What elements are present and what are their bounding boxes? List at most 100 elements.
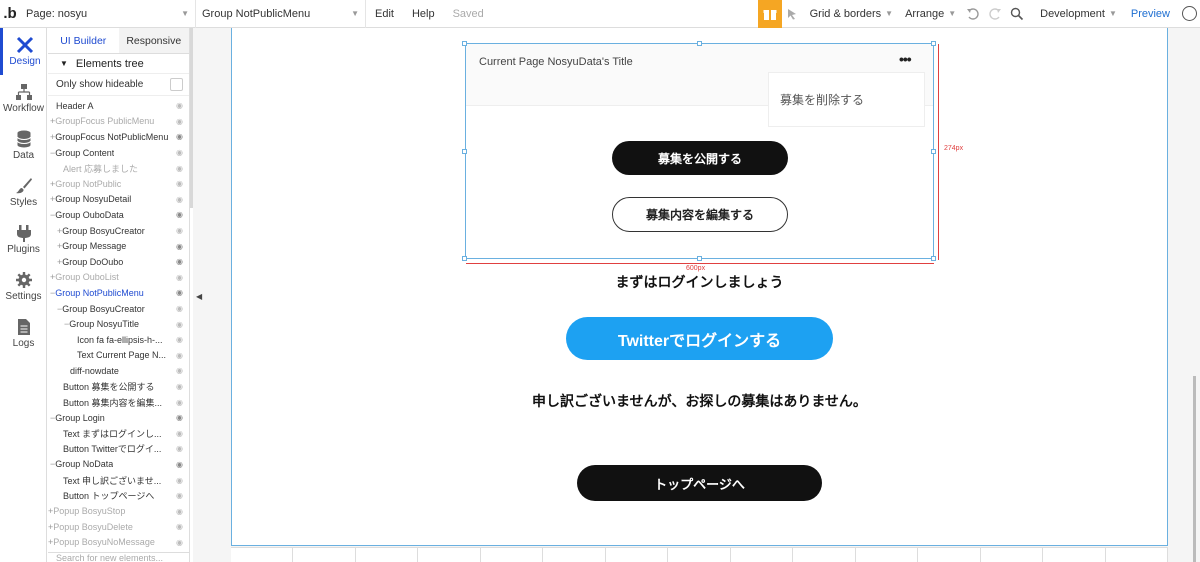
tree-item[interactable]: Button 募集内容を編集... ◉ — [48, 394, 189, 410]
elements-tree-header[interactable]: ▼ Elements tree — [48, 54, 189, 74]
tree-item[interactable]: Header A ◉ — [48, 98, 189, 114]
element-select[interactable]: Group NotPublicMenu ▼ — [196, 0, 366, 28]
tree-item[interactable]: Alert 応募しました ◉ — [48, 160, 189, 176]
redo-icon[interactable] — [984, 0, 1006, 28]
resize-handle[interactable] — [931, 149, 936, 154]
current-page-title-text[interactable]: Current Page NosyuData's Title — [479, 56, 633, 68]
top-page-button[interactable]: トップページへ — [577, 465, 822, 501]
tree-item[interactable]: +Popup BosyuDelete ◉ — [48, 519, 189, 535]
eye-icon[interactable]: ◉ — [176, 179, 183, 188]
eye-icon[interactable]: ◉ — [176, 460, 183, 469]
eye-icon[interactable]: ◉ — [176, 366, 183, 375]
group-notpublicmenu[interactable]: Current Page NosyuData's Title ••• 募集を削除… — [465, 43, 934, 259]
search-elements-input[interactable]: Search for new elements... — [48, 552, 189, 562]
tree-item[interactable]: +GroupFocus NotPublicMenu ◉ — [48, 129, 189, 145]
eye-icon[interactable]: ◉ — [176, 117, 183, 126]
nav-logs[interactable]: Logs — [0, 310, 47, 357]
collapse-panel-icon[interactable]: ◀ — [196, 292, 202, 301]
only-hideable-checkbox[interactable] — [170, 78, 183, 91]
tree-item[interactable]: Button Twitterでログイ... ◉ — [48, 441, 189, 457]
eye-icon[interactable]: ◉ — [176, 226, 183, 235]
delete-recruitment-menu-item[interactable]: 募集を削除する — [768, 72, 925, 127]
tree-item[interactable]: −Group NoData ◉ — [48, 457, 189, 473]
eye-icon[interactable]: ◉ — [176, 538, 183, 547]
tree-item[interactable]: +Popup BosyuNoMessage ◉ — [48, 535, 189, 551]
eye-icon[interactable]: ◉ — [176, 148, 183, 157]
page-select[interactable]: Page: nosyu ▼ — [20, 0, 196, 28]
eye-icon[interactable]: ◉ — [176, 413, 183, 422]
edit-recruitment-button[interactable]: 募集内容を編集する — [612, 197, 788, 232]
tree-item[interactable]: +Group NosyuDetail ◉ — [48, 192, 189, 208]
tree-item[interactable]: +Group OuboList ◉ — [48, 270, 189, 286]
tree-item[interactable]: +Group NotPublic ◉ — [48, 176, 189, 192]
eye-icon[interactable]: ◉ — [176, 507, 183, 516]
tree-item[interactable]: Icon fa fa-ellipsis-h-... ◉ — [48, 332, 189, 348]
undo-icon[interactable] — [962, 0, 984, 28]
bubble-logo[interactable]: .b — [0, 0, 20, 28]
tree-item[interactable]: +Group BosyuCreator ◉ — [48, 223, 189, 239]
eye-icon[interactable]: ◉ — [176, 335, 183, 344]
tree-item[interactable]: diff-nowdate ◉ — [48, 363, 189, 379]
eye-icon[interactable]: ◉ — [176, 398, 183, 407]
tree-item[interactable]: +Group Message ◉ — [48, 238, 189, 254]
eye-icon[interactable]: ◉ — [176, 242, 183, 251]
nav-plugins[interactable]: Plugins — [0, 216, 47, 263]
eye-icon[interactable]: ◉ — [176, 476, 183, 485]
tab-responsive[interactable]: Responsive — [118, 28, 189, 53]
eye-icon[interactable]: ◉ — [176, 132, 183, 141]
nav-data[interactable]: Data — [0, 122, 47, 169]
tree-item[interactable]: −Group NosyuTitle ◉ — [48, 316, 189, 332]
grid-borders-menu[interactable]: Grid & borders ▼ — [804, 0, 899, 28]
tree-item[interactable]: −Group Content ◉ — [48, 145, 189, 161]
eye-icon[interactable]: ◉ — [176, 257, 183, 266]
tree-item[interactable]: +Popup BosyuStop ◉ — [48, 503, 189, 519]
resize-handle[interactable] — [697, 41, 702, 46]
preview-button[interactable]: Preview — [1123, 0, 1178, 28]
tree-item[interactable]: +GroupFocus PublicMenu ◉ — [48, 114, 189, 130]
eye-icon[interactable]: ◉ — [176, 444, 183, 453]
gift-icon[interactable] — [757, 0, 782, 28]
resize-handle[interactable] — [697, 256, 702, 261]
cursor-icon[interactable] — [782, 0, 804, 28]
edit-menu[interactable]: Edit — [366, 0, 403, 28]
nav-workflow[interactable]: Workflow — [0, 75, 47, 122]
resize-handle[interactable] — [462, 256, 467, 261]
tree-item[interactable]: −Group BosyuCreator ◉ — [48, 301, 189, 317]
resize-handle[interactable] — [931, 41, 936, 46]
eye-icon[interactable]: ◉ — [176, 101, 183, 110]
nav-settings[interactable]: Settings — [0, 263, 47, 310]
eye-icon[interactable]: ◉ — [176, 210, 183, 219]
ellipsis-icon[interactable]: ••• — [899, 51, 912, 67]
help-menu[interactable]: Help — [403, 0, 444, 28]
tab-ui-builder[interactable]: UI Builder — [48, 28, 119, 53]
eye-icon[interactable]: ◉ — [176, 320, 183, 329]
tree-item[interactable]: −Group OuboData ◉ — [48, 207, 189, 223]
tree-item[interactable]: Text 申し訳ございませ... ◉ — [48, 472, 189, 488]
nav-styles[interactable]: Styles — [0, 169, 47, 216]
tree-item[interactable]: Button トップページへ ◉ — [48, 488, 189, 504]
eye-icon[interactable]: ◉ — [176, 522, 183, 531]
eye-icon[interactable]: ◉ — [176, 273, 183, 282]
eye-icon[interactable]: ◉ — [176, 288, 183, 297]
login-prompt-text[interactable]: まずはログインしましょう — [465, 272, 934, 292]
eye-icon[interactable]: ◉ — [176, 351, 183, 360]
user-avatar-icon[interactable] — [1178, 0, 1200, 28]
tree-item[interactable]: Text Current Page N... ◉ — [48, 348, 189, 364]
no-data-message[interactable]: 申し訳ございませんが、お探しの募集はありません。 — [465, 391, 934, 411]
nav-design[interactable]: Design — [0, 28, 47, 75]
resize-handle[interactable] — [462, 149, 467, 154]
tree-item[interactable]: −Group Login ◉ — [48, 410, 189, 426]
eye-icon[interactable]: ◉ — [176, 304, 183, 313]
eye-icon[interactable]: ◉ — [176, 195, 183, 204]
arrange-menu[interactable]: Arrange ▼ — [899, 0, 962, 28]
twitter-login-button[interactable]: Twitterでログインする — [566, 317, 833, 360]
tree-item[interactable]: Text まずはログインし... ◉ — [48, 425, 189, 441]
eye-icon[interactable]: ◉ — [176, 491, 183, 500]
canvas-scrollbar[interactable] — [1193, 376, 1196, 562]
tree-item[interactable]: −Group NotPublicMenu ◉ — [48, 285, 189, 301]
eye-icon[interactable]: ◉ — [176, 164, 183, 173]
resize-handle[interactable] — [931, 256, 936, 261]
eye-icon[interactable]: ◉ — [176, 429, 183, 438]
publish-recruitment-button[interactable]: 募集を公開する — [612, 141, 788, 175]
search-icon[interactable] — [1006, 0, 1028, 28]
